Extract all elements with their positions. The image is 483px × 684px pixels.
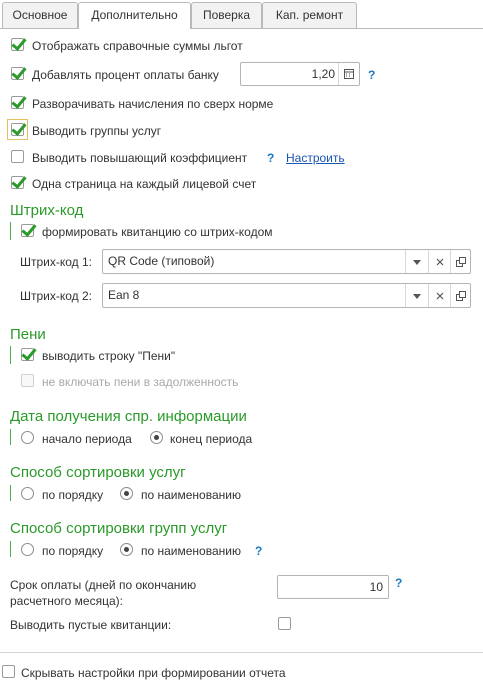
configure-link[interactable]: Настроить (286, 151, 345, 165)
show-penalty-line-label: выводить строку "Пени" (42, 349, 176, 363)
exclude-penalty-checkbox[interactable] (21, 374, 34, 387)
info-date-section-bar (10, 429, 11, 445)
penalty-section-bar (10, 346, 11, 364)
help-icon[interactable]: ? (255, 544, 262, 558)
sort-groups-section-title: Способ сортировки групп услуг (10, 520, 228, 537)
open-icon[interactable] (451, 284, 471, 307)
one-page-per-account-checkbox[interactable] (11, 176, 24, 189)
empty-receipts-label: Выводить пустые квитанции: (10, 618, 172, 632)
payment-term-label: Срок оплаты (дней по окончанию расчетног… (10, 578, 197, 608)
form-with-barcode-label: формировать квитанцию со штрих-кодом (42, 225, 273, 239)
open-icon[interactable] (451, 250, 471, 273)
tab-main[interactable]: Основное (2, 2, 78, 28)
sort-groups-name-radio[interactable] (120, 543, 133, 556)
sort-services-order-label: по порядку (42, 488, 104, 502)
tab-additional[interactable]: Дополнительно (78, 2, 191, 29)
bottom-separator (0, 652, 483, 653)
hide-settings-label: Скрывать настройки при формировании отче… (21, 666, 286, 680)
sort-groups-section-bar (10, 541, 11, 557)
barcode-section-title: Штрих-код (10, 202, 84, 219)
form-with-barcode-checkbox[interactable] (21, 224, 34, 237)
barcode2-label: Штрих-код 2: (20, 289, 93, 303)
info-date-end-label: конец периода (170, 432, 253, 446)
barcode-section-bar (10, 222, 11, 240)
help-icon[interactable]: ? (267, 151, 274, 165)
barcode2-select[interactable]: Ean 8 (102, 283, 471, 308)
sort-groups-order-radio[interactable] (21, 543, 34, 556)
info-date-start-label: начало периода (42, 432, 132, 446)
show-service-groups-checkbox[interactable] (11, 123, 24, 136)
help-icon[interactable]: ? (368, 68, 375, 82)
sort-services-order-radio[interactable] (21, 487, 34, 500)
expand-over-norm-label: Разворачивать начисления по сверх норме (32, 97, 274, 111)
help-icon[interactable]: ? (395, 576, 402, 590)
show-benefit-sums-checkbox[interactable] (11, 38, 24, 51)
show-raising-coef-label: Выводить повышающий коэффициент (32, 151, 248, 165)
tab-verification[interactable]: Поверка (191, 2, 262, 28)
info-date-start-radio[interactable] (21, 431, 34, 444)
payment-term-input[interactable]: 10 (277, 575, 389, 599)
barcode2-value: Ean 8 (108, 288, 140, 302)
expand-over-norm-checkbox[interactable] (11, 96, 24, 109)
bank-percent-value: 1,20 (311, 67, 335, 81)
add-bank-percent-label: Добавлять процент оплаты банку (32, 68, 219, 82)
calendar-icon[interactable] (339, 63, 359, 85)
info-date-section-title: Дата получения спр. информации (10, 408, 247, 425)
clear-icon[interactable] (429, 284, 450, 307)
one-page-per-account-label: Одна страница на каждый лицевой счет (32, 177, 257, 191)
barcode1-value: QR Code (типовой) (108, 254, 215, 268)
sort-services-section-title: Способ сортировки услуг (10, 464, 186, 481)
sort-groups-name-label: по наименованию (141, 544, 241, 558)
info-date-end-radio[interactable] (150, 431, 163, 444)
hide-settings-checkbox[interactable] (2, 665, 15, 678)
tab-capital-repair[interactable]: Кап. ремонт (262, 2, 357, 28)
sort-services-section-bar (10, 485, 11, 501)
sort-services-name-radio[interactable] (120, 487, 133, 500)
exclude-penalty-label: не включать пени в задолженность (42, 375, 239, 389)
bank-percent-input[interactable]: 1,20 (240, 62, 360, 86)
show-raising-coef-checkbox[interactable] (11, 150, 24, 163)
payment-term-value: 10 (369, 580, 383, 594)
barcode1-select[interactable]: QR Code (типовой) (102, 249, 471, 274)
add-bank-percent-checkbox[interactable] (11, 67, 24, 80)
penalty-section-title: Пени (10, 326, 46, 343)
dropdown-arrow-icon[interactable] (406, 284, 428, 307)
clear-icon[interactable] (429, 250, 450, 273)
empty-receipts-checkbox[interactable] (278, 617, 291, 630)
show-service-groups-label: Выводить группы услуг (32, 124, 162, 138)
sort-services-name-label: по наименованию (141, 488, 241, 502)
sort-groups-order-label: по порядку (42, 544, 104, 558)
show-benefit-sums-label: Отображать справочные суммы льгот (32, 39, 243, 53)
barcode1-label: Штрих-код 1: (20, 255, 93, 269)
dropdown-arrow-icon[interactable] (406, 250, 428, 273)
show-penalty-line-checkbox[interactable] (21, 348, 34, 361)
tab-underline (0, 28, 483, 29)
